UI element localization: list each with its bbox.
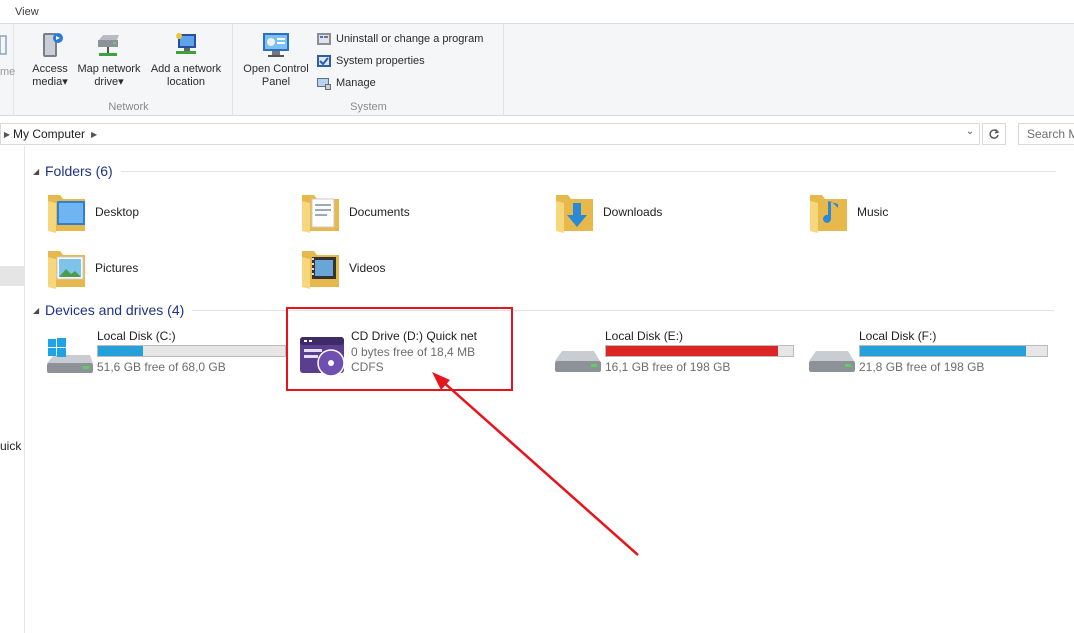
capacity-bar	[97, 345, 286, 357]
drive-name: Local Disk (E:)	[605, 329, 684, 343]
ribbon-tab-strip: View	[0, 0, 1074, 24]
control-panel-icon	[263, 33, 289, 57]
folder-name: Music	[857, 205, 889, 219]
folder-desktop[interactable]: Desktop	[45, 187, 139, 237]
address-bar[interactable]: ▶ My Computer ▶ ⌄	[0, 123, 980, 145]
uninstall-program-button[interactable]: Uninstall or change a program	[316, 29, 483, 49]
folder-name: Downloads	[603, 205, 663, 219]
capacity-bar	[859, 345, 1048, 357]
drive-free-space: 16,1 GB free of 198 GB	[605, 360, 731, 374]
network-location-icon	[176, 33, 196, 54]
map-network-drive-button[interactable]: Map network drive▾	[73, 30, 145, 89]
capacity-bar-fill	[98, 346, 143, 356]
folder-name: Documents	[349, 205, 410, 219]
drive-free-space: 21,8 GB free of 198 GB	[859, 360, 985, 374]
search-input[interactable]: Search My Computer	[1018, 123, 1074, 145]
videos-folder-icon	[302, 251, 339, 289]
ribbon-group-system: Open Control Panel Uninstall or change a…	[234, 24, 504, 116]
system-group-label: System	[350, 101, 387, 113]
access-media-label-2: media	[32, 76, 63, 88]
file-explorer-window: View me Access media▾ Map network drive▾…	[0, 0, 1074, 633]
collapse-caret-icon[interactable]: ◢	[33, 167, 45, 176]
refresh-button[interactable]	[982, 123, 1006, 145]
nav-item-quick[interactable]: uick	[0, 439, 21, 453]
tab-view[interactable]: View	[8, 4, 46, 20]
content-area: ◢ Folders (6) Desktop Documents Download…	[25, 146, 1074, 633]
chevron-down-icon: ▾	[62, 76, 68, 88]
partial-button-label[interactable]: me	[0, 66, 15, 78]
uninstall-label: Uninstall or change a program	[336, 33, 484, 45]
windows-drive-icon	[47, 338, 93, 373]
control-panel-label-1: Open Control	[243, 63, 309, 75]
add-location-label-1: Add a network	[150, 63, 222, 75]
breadcrumb-separator-icon[interactable]: ▶	[91, 130, 97, 139]
navigation-pane: uick	[0, 146, 25, 633]
manage-button[interactable]: Manage	[316, 73, 376, 93]
devices-section-title: Devices and drives (4)	[45, 302, 185, 318]
section-divider	[120, 170, 1056, 172]
capacity-bar-fill	[860, 346, 1027, 356]
address-history-dropdown-icon[interactable]: ⌄	[963, 126, 977, 142]
map-drive-label-1: Map network	[77, 63, 141, 75]
ribbon-group-partial: me	[0, 24, 15, 116]
access-media-button[interactable]: Access media▾	[29, 30, 71, 89]
documents-folder-icon	[302, 195, 339, 233]
capacity-bar-fill	[606, 346, 779, 356]
address-row: ▶ My Computer ▶ ⌄ Search My Computer	[0, 123, 1074, 146]
network-group-label: Network	[108, 101, 149, 113]
open-control-panel-button[interactable]: Open Control Panel	[238, 30, 314, 89]
partial-icon	[0, 35, 7, 55]
add-location-label-2: location	[167, 76, 205, 88]
folder-name: Pictures	[95, 261, 139, 275]
computer-management-icon	[317, 78, 331, 90]
hard-drive-icon	[809, 351, 855, 372]
chevron-down-icon: ▾	[118, 76, 124, 88]
ribbon-group-network: Access media▾ Map network drive▾ Add a n…	[25, 24, 233, 116]
folders-section-header[interactable]: ◢ Folders (6)	[33, 163, 1056, 179]
folder-pictures[interactable]: Pictures	[45, 243, 138, 293]
ribbon: me Access media▾ Map network drive▾ Add …	[0, 24, 1074, 116]
nav-selected-item[interactable]	[0, 266, 24, 286]
capacity-bar	[605, 345, 794, 357]
drive-f[interactable]: Local Disk (F:) 21,8 GB free of 198 GB	[807, 329, 1052, 389]
folders-section-title: Folders (6)	[45, 163, 113, 179]
drive-c[interactable]: Local Disk (C:) 51,6 GB free of 68,0 GB	[45, 329, 290, 389]
drive-free-space: 51,6 GB free of 68,0 GB	[97, 360, 226, 374]
hard-drive-icon	[555, 351, 601, 372]
breadcrumb-my-computer[interactable]: My Computer	[13, 127, 85, 141]
downloads-folder-icon	[556, 195, 593, 233]
control-panel-label-2: Panel	[261, 76, 291, 88]
media-server-icon	[43, 33, 63, 57]
add-network-location-button[interactable]: Add a network location	[146, 30, 226, 89]
collapse-caret-icon[interactable]: ◢	[33, 306, 45, 315]
properties-checkmark-icon	[317, 55, 331, 67]
desktop-folder-icon	[48, 195, 85, 233]
drive-e[interactable]: Local Disk (E:) 16,1 GB free of 198 GB	[553, 329, 798, 389]
drive-name: Local Disk (C:)	[97, 329, 176, 343]
programs-icon	[317, 33, 331, 45]
breadcrumb-arrow-icon[interactable]: ▶	[1, 130, 13, 139]
system-properties-button[interactable]: System properties	[316, 51, 425, 71]
highlight-box-annotation	[286, 307, 513, 391]
drive-name: Local Disk (F:)	[859, 329, 937, 343]
folder-name: Videos	[349, 261, 386, 275]
devices-section-header[interactable]: ◢ Devices and drives (4)	[33, 302, 1055, 318]
map-drive-label-2: drive	[94, 76, 119, 88]
music-folder-icon	[810, 195, 847, 233]
folder-downloads[interactable]: Downloads	[553, 187, 662, 237]
folder-videos[interactable]: Videos	[299, 243, 385, 293]
refresh-icon	[989, 129, 1000, 139]
access-media-label-1: Access	[32, 63, 68, 75]
pictures-folder-icon	[48, 251, 85, 289]
network-drive-icon	[98, 35, 119, 56]
properties-label: System properties	[336, 55, 425, 67]
folder-music[interactable]: Music	[807, 187, 888, 237]
folder-name: Desktop	[95, 205, 140, 219]
manage-label: Manage	[336, 77, 376, 89]
folder-documents[interactable]: Documents	[299, 187, 410, 237]
